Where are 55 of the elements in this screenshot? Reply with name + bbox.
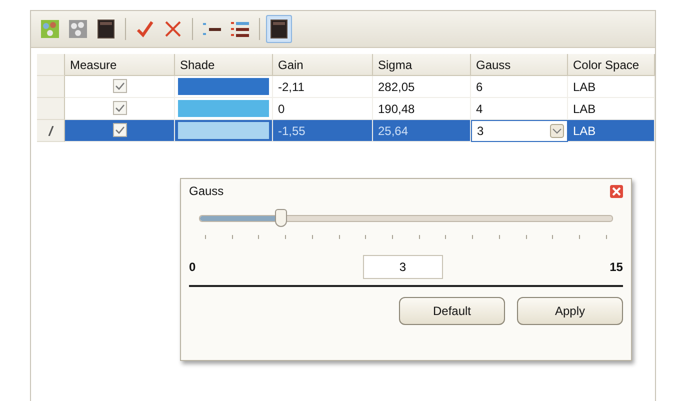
tick-mark bbox=[338, 235, 340, 239]
gauss-dropdown[interactable]: 3 bbox=[471, 120, 568, 142]
tick-mark bbox=[526, 235, 527, 239]
column-header[interactable]: Shade bbox=[175, 54, 273, 76]
column-header[interactable]: Gauss bbox=[471, 54, 568, 76]
tick-mark bbox=[418, 235, 420, 239]
pencil-icon bbox=[48, 126, 54, 136]
close-icon bbox=[163, 19, 183, 39]
slider[interactable] bbox=[199, 209, 613, 227]
table-cell: 282,05 bbox=[373, 76, 471, 98]
checkbox[interactable] bbox=[112, 79, 126, 93]
row-header[interactable] bbox=[37, 120, 65, 142]
tick-mark bbox=[579, 235, 580, 239]
checkbox[interactable] bbox=[112, 123, 126, 137]
checkbox[interactable] bbox=[112, 101, 126, 115]
tick-mark bbox=[232, 235, 233, 239]
tick-mark bbox=[498, 235, 500, 239]
column-header[interactable]: Measure bbox=[65, 54, 175, 76]
tick-mark bbox=[392, 235, 394, 239]
corner-cell bbox=[37, 54, 65, 76]
checkmark-icon bbox=[135, 19, 155, 39]
column-header[interactable]: Gain bbox=[273, 54, 373, 76]
tick-mark bbox=[312, 235, 313, 239]
dialog-button[interactable]: Apply bbox=[517, 297, 623, 325]
tick-mark bbox=[258, 235, 260, 239]
dropdown-icon[interactable] bbox=[550, 124, 564, 138]
max-label: 15 bbox=[610, 260, 623, 274]
tick-mark bbox=[552, 235, 554, 239]
tick-mark bbox=[472, 235, 474, 239]
table-cell: LAB bbox=[568, 76, 655, 98]
panel-icon bbox=[97, 19, 115, 39]
value-field[interactable]: 3 bbox=[362, 255, 443, 279]
panel-icon bbox=[270, 19, 288, 39]
column-header[interactable]: Color Space bbox=[568, 54, 655, 76]
table-cell: LAB bbox=[568, 120, 655, 142]
slider-thumb[interactable] bbox=[274, 209, 287, 227]
tick-mark bbox=[445, 235, 446, 239]
table-cell: -1,55 bbox=[273, 120, 373, 142]
list-lines-icon bbox=[202, 20, 222, 38]
close-icon[interactable] bbox=[610, 184, 623, 198]
dots-icon bbox=[69, 20, 87, 38]
list-lines-icon bbox=[230, 20, 250, 38]
table-cell: -2,11 bbox=[273, 76, 373, 98]
tick-mark bbox=[365, 235, 366, 239]
tick-mark bbox=[205, 235, 206, 239]
tick-mark bbox=[285, 235, 286, 239]
dots-icon bbox=[41, 20, 59, 38]
popup-title: Gauss bbox=[189, 184, 224, 198]
table-cell: 25,64 bbox=[373, 120, 471, 142]
column-header[interactable]: Sigma bbox=[373, 54, 471, 76]
table-cell: 6 bbox=[471, 76, 568, 98]
tick-mark bbox=[606, 235, 607, 239]
dialog-button[interactable]: Default bbox=[399, 297, 505, 325]
min-label: 0 bbox=[189, 260, 196, 274]
toolbar-button[interactable] bbox=[266, 15, 292, 43]
